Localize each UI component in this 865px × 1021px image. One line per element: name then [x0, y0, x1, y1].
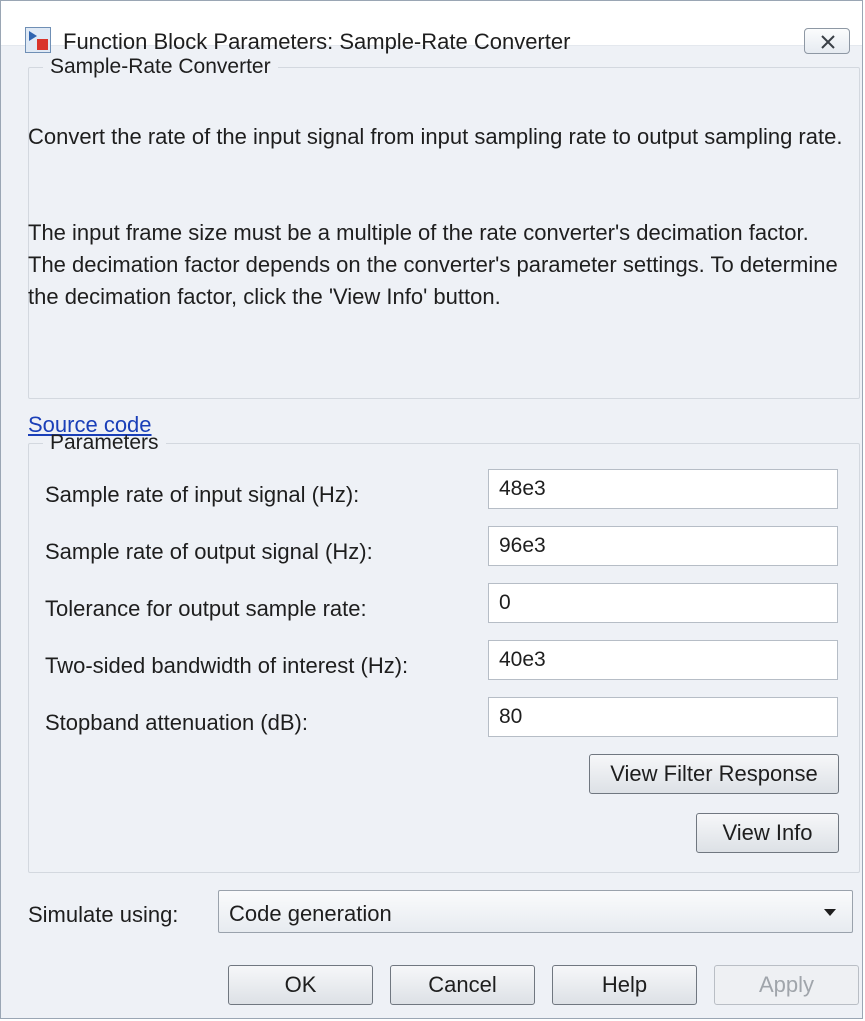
dialog-content: Sample-Rate Converter Convert the rate o…: [1, 55, 862, 1018]
param-label-bandwidth: Two-sided bandwidth of interest (Hz):: [45, 653, 409, 678]
param-label-stopband: Stopband attenuation (dB):: [45, 710, 308, 735]
help-button[interactable]: Help: [552, 965, 697, 1005]
description-paragraph-1: Convert the rate of the input signal fro…: [28, 124, 843, 149]
simulate-using-label: Simulate using:: [28, 902, 179, 927]
bandwidth-field[interactable]: [488, 640, 838, 680]
description-paragraph-2: The input frame size must be a multiple …: [28, 220, 838, 309]
ok-button[interactable]: OK: [228, 965, 373, 1005]
input-rate-field[interactable]: [488, 469, 838, 509]
dialog-window: Function Block Parameters: Sample-Rate C…: [0, 0, 863, 1019]
apply-button[interactable]: Apply: [714, 965, 859, 1005]
window-title: Function Block Parameters: Sample-Rate C…: [63, 29, 571, 54]
description-legend: Sample-Rate Converter: [50, 55, 271, 78]
close-button[interactable]: [804, 28, 850, 54]
simulate-using-value: Code generation: [229, 901, 392, 926]
tolerance-field[interactable]: [488, 583, 838, 623]
output-rate-field[interactable]: [488, 526, 838, 566]
close-icon: [821, 35, 835, 49]
cancel-button[interactable]: Cancel: [390, 965, 535, 1005]
parameters-legend: Parameters: [50, 431, 159, 454]
param-label-tolerance: Tolerance for output sample rate:: [45, 596, 367, 621]
simulate-using-select[interactable]: Code generation: [218, 890, 853, 933]
view-filter-response-button[interactable]: View Filter Response: [589, 754, 839, 794]
view-info-button[interactable]: View Info: [696, 813, 839, 853]
simulink-block-icon: [25, 27, 51, 53]
title-bar[interactable]: Function Block Parameters: Sample-Rate C…: [1, 1, 862, 54]
param-label-output-rate: Sample rate of output signal (Hz):: [45, 539, 373, 564]
chevron-down-icon: [824, 909, 836, 916]
param-label-input-rate: Sample rate of input signal (Hz):: [45, 482, 360, 507]
stopband-field[interactable]: [488, 697, 838, 737]
